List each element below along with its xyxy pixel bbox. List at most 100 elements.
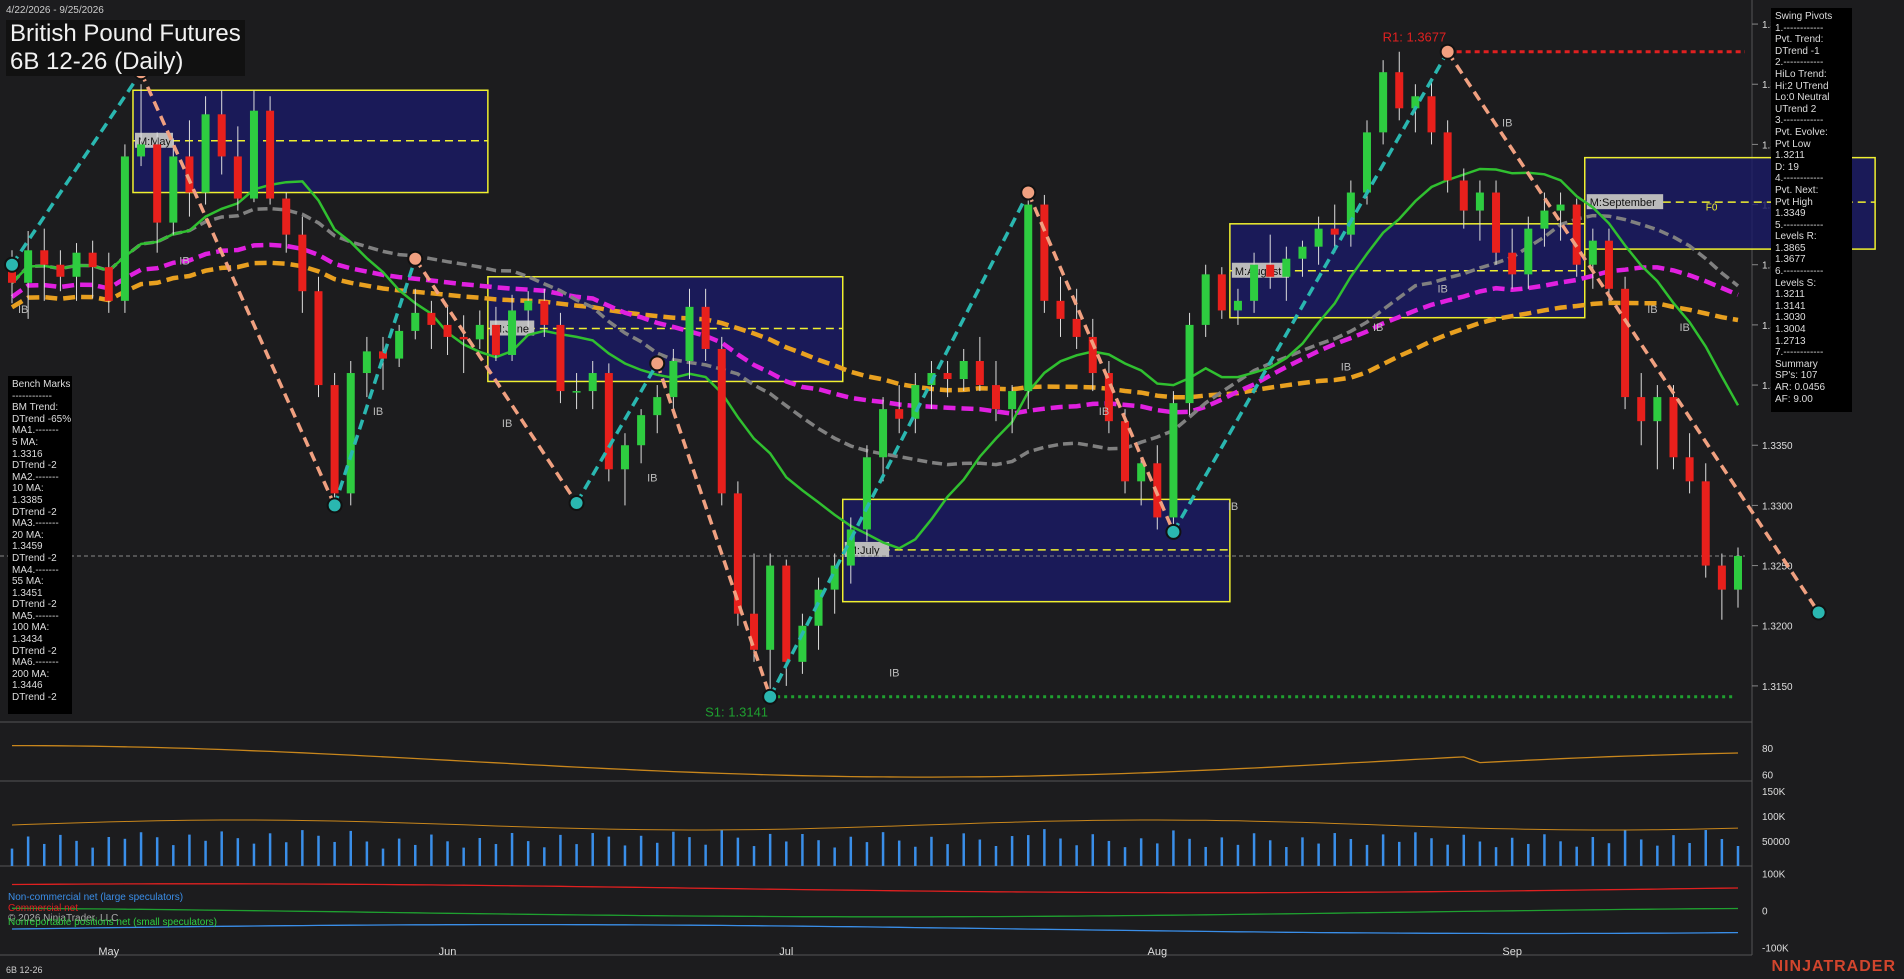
bench-panel-line: 1.3316: [12, 448, 43, 460]
r1-label: R1: 1.3677: [1383, 30, 1447, 45]
ib-label: IB: [18, 304, 28, 316]
candle-body: [1379, 72, 1388, 133]
candle-body: [298, 234, 307, 292]
candle-body: [169, 156, 178, 223]
candle-body: [1362, 132, 1371, 193]
x-axis-label: Jul: [779, 946, 793, 958]
bench-panel-line: MA5.-------: [12, 610, 59, 622]
candle-body: [1540, 210, 1549, 229]
candle-body: [1233, 300, 1242, 311]
candle-body: [1427, 96, 1436, 133]
swing-panel-line: 1.3211: [1775, 289, 1805, 301]
candle-body: [1024, 204, 1033, 392]
symbol-footer: 6B 12-26: [6, 965, 43, 975]
ib-label: IB: [1228, 501, 1238, 513]
candle-body: [1121, 421, 1130, 482]
candle-body: [1475, 192, 1484, 211]
candle-body: [1330, 228, 1339, 235]
swing-panel-line: D: 19: [1775, 161, 1799, 173]
candle-body: [895, 409, 904, 419]
candle-body: [637, 415, 646, 446]
candle-body: [572, 391, 581, 393]
ib-label: IB: [1341, 362, 1351, 374]
candle-body: [782, 565, 791, 662]
bench-panel-line: MA1.-------: [12, 425, 59, 437]
swing-panel-line: 1.3865: [1775, 242, 1806, 254]
candle-body: [1250, 264, 1259, 301]
candle-body: [1621, 288, 1630, 398]
candle-body: [1734, 555, 1742, 590]
candle-body: [685, 306, 694, 361]
candle-body: [717, 348, 726, 494]
ib-label: IB: [1679, 322, 1689, 334]
ib-label: IB: [502, 418, 512, 430]
ib-label: IB: [889, 667, 899, 679]
candle-body: [201, 114, 210, 193]
chart-canvas: 1.37001.36501.36001.35501.35001.34501.34…: [0, 0, 1904, 979]
swing-panel-line: 1.3211: [1775, 150, 1805, 162]
candle-body: [1669, 397, 1678, 458]
candle-body: [1282, 258, 1291, 277]
candle-body: [1701, 481, 1710, 566]
swing-pivot-marker: [1020, 184, 1037, 201]
candle-body: [1395, 72, 1404, 109]
bench-panel-line: 1.3385: [12, 494, 43, 506]
bench-panel-line: 100 MA:: [12, 622, 50, 634]
swing-panel-line: AR: 0.0456: [1775, 382, 1826, 393]
swing-panel-line: 1.3677: [1775, 254, 1806, 266]
bench-panel-line: DTrend -2: [12, 460, 57, 472]
swing-panel-line: UTrend 2: [1775, 103, 1817, 115]
bench-panel-line: 20 MA:: [12, 529, 44, 541]
candle-body: [524, 300, 533, 311]
chart-title: British Pound Futures: [10, 20, 241, 47]
swing-pivot-marker: [1165, 523, 1182, 540]
candle-body: [185, 156, 194, 193]
x-axis-label: May: [98, 946, 119, 958]
bench-panel-line: 55 MA:: [12, 576, 44, 588]
swing-panel-line: 4.------------: [1775, 173, 1824, 185]
candle-body: [249, 110, 258, 199]
bench-panel-line: 1.3434: [12, 634, 43, 646]
candle-body: [1169, 403, 1178, 518]
value-area-label: M:August: [1235, 266, 1281, 278]
candle-body: [88, 252, 97, 268]
bench-panel-line: 200 MA:: [12, 668, 50, 680]
bench-panel-line: DTrend -2: [12, 645, 57, 657]
swing-pivots-panel: Swing Pivots 1.------------ Pvt. Trend: DTr…: [1771, 8, 1852, 412]
candle-body: [1185, 324, 1194, 404]
swing-panel-line: Summary: [1775, 358, 1818, 370]
price-tick-label: 1.3200: [1762, 622, 1793, 633]
candle-body: [911, 385, 920, 419]
bench-panel-line: DTrend -2: [12, 599, 57, 611]
bench-panel-line: Bench Marks: [12, 379, 71, 390]
legend-noncommercial: Non-commercial net (large speculators): [8, 892, 184, 903]
candle-body: [1556, 204, 1565, 211]
candle-body: [120, 156, 129, 301]
candle-body: [491, 324, 500, 355]
candle-body: [1637, 397, 1646, 422]
volume-tick-label: 100K: [1762, 812, 1786, 823]
candle-body: [701, 306, 710, 349]
candle-body: [233, 156, 242, 199]
candle-body: [459, 336, 468, 340]
swing-panel-line: 1.2713: [1775, 335, 1806, 347]
candle-body: [1459, 180, 1468, 211]
bench-panel-line: DTrend -2: [12, 506, 57, 518]
swing-panel-line: Lo:0 Neutral: [1775, 92, 1830, 104]
bench-panel-line: 1.3451: [12, 587, 43, 599]
f0-label: F0: [1706, 203, 1718, 214]
ib-label: IB: [647, 472, 657, 484]
candle-body: [991, 385, 1000, 410]
swing-pivot-marker: [407, 250, 424, 267]
candle-body: [540, 300, 549, 325]
bench-panel-line: DTrend -2: [12, 692, 57, 704]
s1-label: S1: 1.3141: [705, 705, 768, 720]
candle-body: [137, 144, 146, 157]
candle-body: [314, 291, 323, 386]
candle-body: [40, 250, 49, 265]
swing-panel-line: 1.------------: [1775, 22, 1824, 34]
candle-body: [411, 312, 420, 331]
bench-panel-line: DTrend -65%: [12, 413, 72, 425]
candle-body: [1717, 565, 1726, 590]
bench-panel-line: 1.3459: [12, 541, 43, 553]
